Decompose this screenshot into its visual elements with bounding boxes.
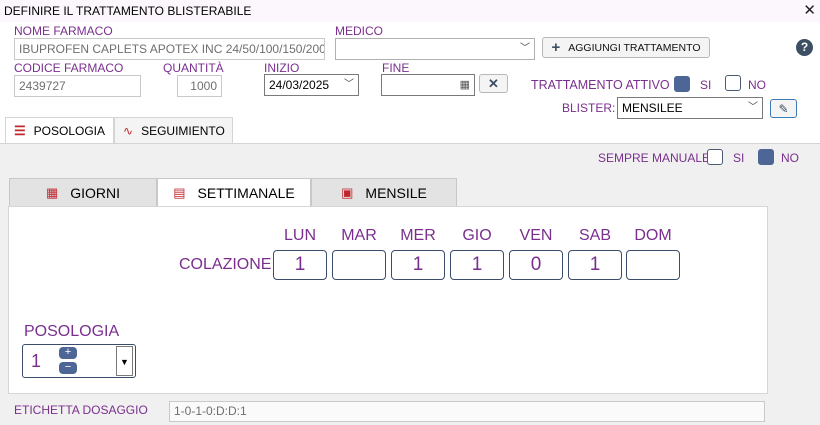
calendar-icon: ▣ xyxy=(341,185,354,200)
add-treatment-button[interactable]: + AGGIUNGI TRATTAMENTO xyxy=(542,37,710,58)
day-label: DOM xyxy=(634,227,672,244)
day-label: VEN xyxy=(519,227,553,244)
tab-mensile[interactable]: ▣ MENSILE xyxy=(311,178,457,207)
trattamento-attivo-si-label: SI xyxy=(700,78,712,92)
quantita-label: QUANTITÀ xyxy=(163,61,224,75)
close-icon[interactable]: ✕ xyxy=(803,1,816,19)
day-label: MAR xyxy=(341,227,377,244)
nome-farmaco-field[interactable]: IBUPROFEN CAPLETS APOTEX INC 24/50/100/1… xyxy=(14,38,325,60)
calendar-icon: ▤ xyxy=(173,185,186,200)
inizio-label: INIZIO xyxy=(264,61,300,75)
dose-input-mar[interactable] xyxy=(332,250,386,280)
trattamento-attivo-si-checkbox[interactable] xyxy=(674,76,690,92)
dose-input-lun[interactable]: 1 xyxy=(273,250,327,280)
pencil-icon[interactable]: ✎ xyxy=(770,99,797,118)
tab-posologia[interactable]: ☰ POSOLOGIA xyxy=(5,117,114,144)
plus-icon: + xyxy=(551,39,561,56)
tab-posologia-label: POSOLOGIA xyxy=(33,124,106,138)
blister-label: BLISTER: xyxy=(562,101,616,115)
calendar-icon[interactable]: ▦ xyxy=(460,75,470,95)
chevron-down-icon[interactable]: ▼ xyxy=(116,346,133,376)
help-icon[interactable]: ? xyxy=(796,39,813,56)
tab-mensile-label: MENSILE xyxy=(365,185,427,201)
etichetta-label: ETICHETTA DOSAGGIO xyxy=(14,403,148,417)
codice-farmaco-field[interactable]: 2439727 xyxy=(14,75,141,97)
sempre-manuale-si-checkbox[interactable] xyxy=(707,149,723,165)
sempre-manuale-label: SEMPRE MANUALE xyxy=(598,151,711,165)
window-title: DEFINIRE IL TRATTAMENTO BLISTERABILE xyxy=(4,4,252,18)
list-icon: ☰ xyxy=(14,123,26,138)
dose-input-dom[interactable] xyxy=(626,250,680,280)
inizio-date-picker[interactable]: 24/03/2025 ﹀ xyxy=(264,74,359,96)
pulse-icon: ∿ xyxy=(123,124,134,138)
blister-select[interactable]: MENSILEE ﹀ xyxy=(617,97,763,119)
decrement-icon[interactable]: − xyxy=(59,362,77,374)
title-bar: DEFINIRE IL TRATTAMENTO BLISTERABILE ✕ xyxy=(0,0,820,22)
grid-icon: ▦ xyxy=(45,185,59,200)
increment-icon[interactable]: + xyxy=(59,347,77,359)
medico-label: MEDICO xyxy=(335,24,383,38)
posologia-value: 1 xyxy=(31,351,42,371)
medico-select[interactable]: ﹀ xyxy=(335,38,535,60)
day-label: GIO xyxy=(462,227,492,244)
etichetta-field[interactable]: 1-0-1-0:D:D:1 xyxy=(169,401,765,422)
codice-farmaco-label: CODICE FARMACO xyxy=(14,61,124,75)
quantita-field[interactable]: 1000 xyxy=(177,75,222,97)
trattamento-attivo-label: TRATTAMENTO ATTIVO xyxy=(531,78,670,92)
tab-giorni[interactable]: ▦ GIORNI xyxy=(9,178,157,207)
fine-label: FINE xyxy=(382,61,410,75)
dose-input-ven[interactable]: 0 xyxy=(509,250,563,280)
inizio-value: 24/03/2025 xyxy=(269,78,330,92)
nome-farmaco-label: NOME FARMACO xyxy=(14,24,113,38)
chevron-down-icon: ﹀ xyxy=(520,43,530,54)
clear-icon[interactable]: ✕ xyxy=(479,74,508,93)
trattamento-attivo-no-checkbox[interactable] xyxy=(725,75,741,91)
tab-seguimento[interactable]: ∿ SEGUIMIENTO xyxy=(114,117,233,144)
dose-input-sab[interactable]: 1 xyxy=(568,250,622,280)
tab-settimanale-label: SETTIMANALE xyxy=(197,185,295,201)
fine-date-field[interactable]: ▦ xyxy=(381,74,475,96)
sempre-manuale-no-checkbox[interactable] xyxy=(758,149,774,165)
tab-giorni-label: GIORNI xyxy=(70,185,121,201)
colazione-label: COLAZIONE xyxy=(179,256,272,273)
tab-seguimento-label: SEGUIMIENTO xyxy=(141,124,225,138)
dose-input-gio[interactable]: 1 xyxy=(450,250,504,280)
day-label: SAB xyxy=(578,227,611,244)
posologia-label: POSOLOGIA xyxy=(24,323,120,340)
blister-value: MENSILEE xyxy=(622,101,683,115)
day-label: LUN xyxy=(283,227,316,244)
sempre-manuale-si-label: SI xyxy=(733,151,745,165)
sempre-manuale-no-label: NO xyxy=(781,151,799,165)
chevron-down-icon: ﹀ xyxy=(748,102,758,113)
tab-settimanale[interactable]: ▤ SETTIMANALE xyxy=(157,178,311,207)
trattamento-attivo-no-label: NO xyxy=(748,78,766,92)
day-label: MER xyxy=(400,227,436,244)
chevron-down-icon: ﹀ xyxy=(344,79,354,90)
add-treatment-label: AGGIUNGI TRATTAMENTO xyxy=(568,41,701,54)
posologia-stepper[interactable]: 1 + − ▼ xyxy=(22,344,136,378)
dose-input-mer[interactable]: 1 xyxy=(391,250,445,280)
